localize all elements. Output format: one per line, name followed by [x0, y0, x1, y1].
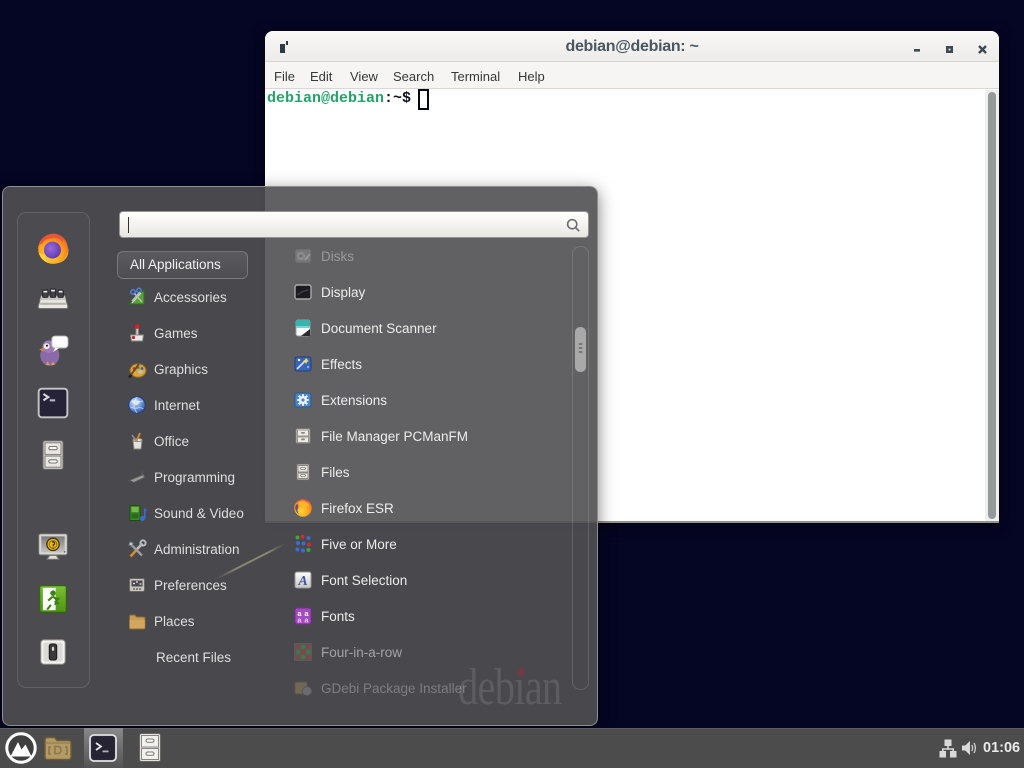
- svg-text:A: A: [297, 574, 307, 589]
